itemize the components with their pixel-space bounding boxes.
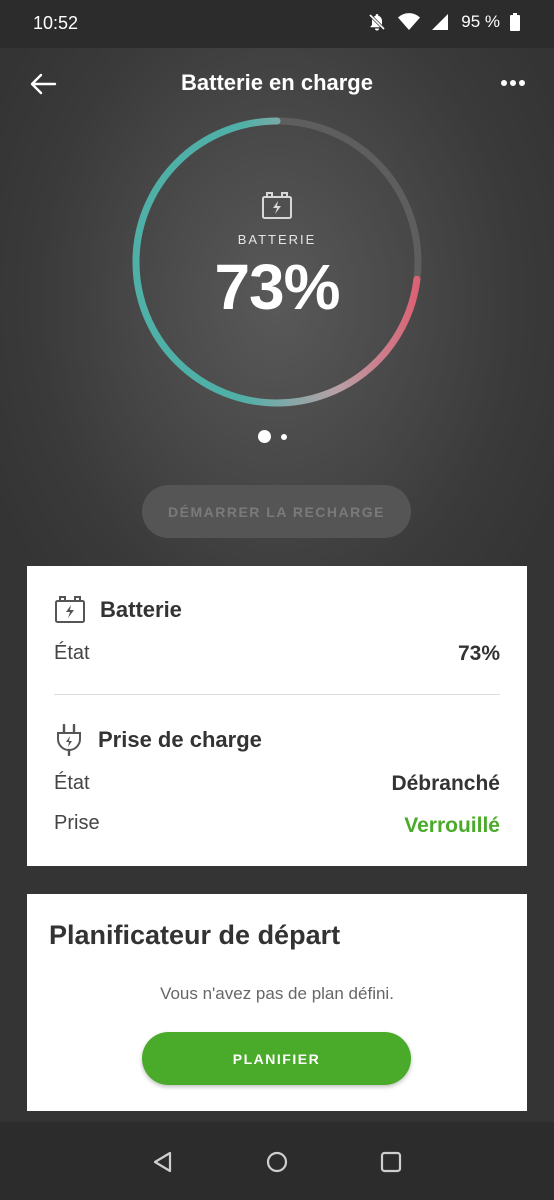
battery-icon [510,13,520,31]
page-indicator[interactable] [258,430,287,443]
divider [54,694,500,695]
battery-percent: 95 % [461,12,500,31]
plug-lock-label: Prise [54,812,100,834]
battery-charging-icon [262,192,292,219]
plug-lock-value: Verrouillé [404,814,500,837]
battery-section-header: Batterie [54,596,182,624]
departure-planner-card: Planificateur de départ Vous n'avez pas … [27,894,527,1111]
plug-section-header: Prise de charge [54,724,262,756]
status-icons: 95 % [367,12,520,32]
gauge-label: BATTERIE [237,232,317,247]
more-horizontal-icon[interactable] [500,78,526,88]
planner-title: Planificateur de départ [49,920,341,950]
gauge-value: 73% [214,251,340,323]
battery-charging-icon [55,596,85,623]
plug-state-value: Débranché [391,772,500,795]
notifications-off-icon [369,13,386,31]
page-dot[interactable] [281,433,287,440]
plug-icon [57,724,81,756]
nav-back-icon[interactable] [151,1150,175,1174]
plug-section-title: Prise de charge [98,727,262,752]
system-nav-bar [0,1122,554,1200]
battery-state-label: État [54,642,90,664]
wifi-icon [398,13,421,30]
battery-section-title: Batterie [100,597,182,622]
status-card: Batterie État 73% Prise de charge État D… [27,566,527,866]
nav-recents-icon[interactable] [379,1150,403,1174]
nav-home-icon[interactable] [265,1150,289,1174]
plug-state-label: État [54,772,90,794]
gauge-center: BATTERIE 73% [127,112,427,412]
battery-state-value: 73% [457,642,500,665]
status-time: 10:52 [33,13,79,33]
status-bar: 10:52 95 % [0,0,554,48]
planner-message: Vous n'avez pas de plan défini. [160,984,394,1003]
plan-button[interactable]: PLANIFIER [142,1032,411,1085]
start-charge-button[interactable]: DÉMARRER LA RECHARGE [142,485,411,538]
page-title: Batterie en charge [181,70,373,95]
cell-signal-icon [432,14,449,30]
page-dot-active[interactable] [258,430,271,443]
app-header: Batterie en charge [0,48,554,118]
